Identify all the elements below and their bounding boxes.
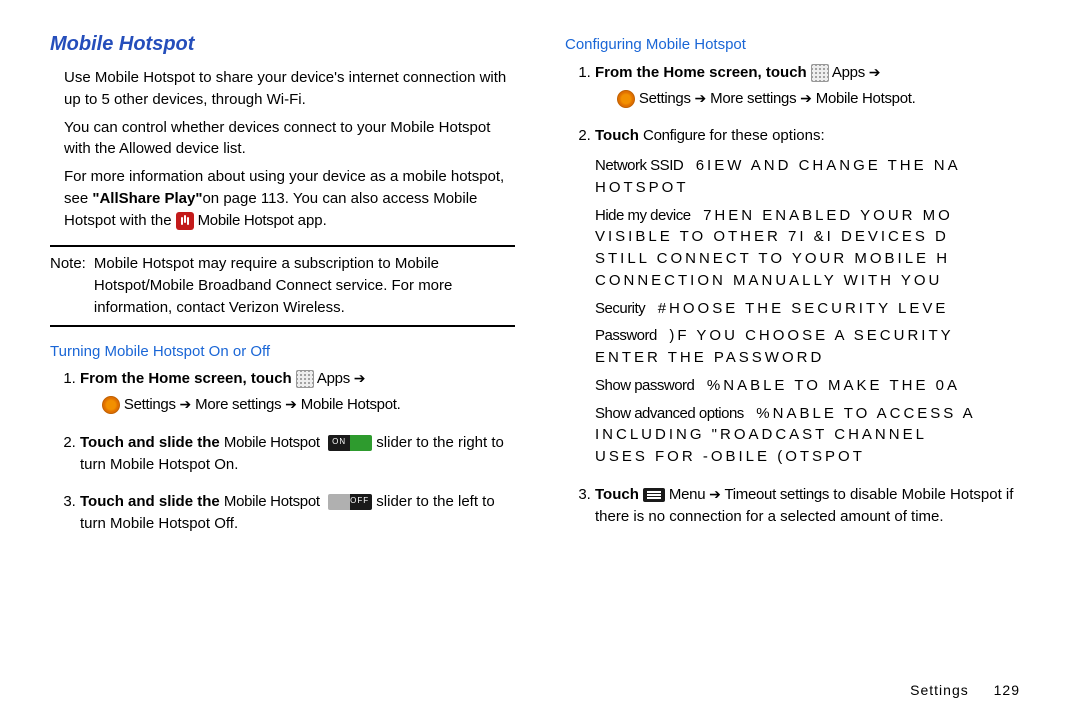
period: . bbox=[397, 396, 401, 413]
opt4b: )F YOU CHOOSE A SECURITY bbox=[669, 327, 953, 344]
step-2: Touch and slide the Mobile Hotspot slide… bbox=[80, 432, 515, 476]
r3b: Menu bbox=[665, 486, 709, 503]
opt6a: Show advanced options bbox=[595, 405, 744, 422]
section-title: Mobile Hotspot bbox=[50, 30, 515, 59]
opt-showpw: Show password %NABLE TO MAKE THE 0A bbox=[595, 375, 1030, 397]
r1-1d: More settings bbox=[706, 90, 800, 107]
opt-ssid: Network SSID 6IEW AND CHANGE THE NA HOTS… bbox=[595, 155, 1030, 199]
rstep-2: Touch Configure for these options: Netwo… bbox=[595, 125, 1030, 468]
rstep-3: Touch Menu ➔ Timeout settings to disable… bbox=[595, 484, 1030, 528]
opt2c: VISIBLE TO OTHER 7I &I DEVICES D bbox=[595, 228, 949, 245]
r1-1c: Settings bbox=[635, 90, 695, 107]
arrow-icon: ➔ bbox=[285, 396, 297, 412]
opt-hide: Hide my device 7HEN ENABLED YOUR MO VISI… bbox=[595, 205, 1030, 292]
s1-3b: Mobile Hotspot bbox=[224, 493, 320, 510]
apps-icon bbox=[811, 64, 829, 82]
opt-security: Security #HOOSE THE SECURITY LEVE bbox=[595, 298, 1030, 320]
arrow-icon: ➔ bbox=[869, 64, 881, 80]
subheading-configuring: Configuring Mobile Hotspot bbox=[565, 34, 1030, 56]
step-3: Touch and slide the Mobile Hotspot slide… bbox=[80, 491, 515, 535]
slider-off-icon bbox=[328, 494, 372, 510]
subheading-turning: Turning Mobile Hotspot On or Off bbox=[50, 341, 515, 363]
r2b: Configure bbox=[643, 127, 705, 144]
opt-password: Password )F YOU CHOOSE A SECURITY ENTER … bbox=[595, 325, 1030, 369]
r2c: for these options: bbox=[705, 127, 824, 144]
arrow-icon: ➔ bbox=[354, 370, 366, 386]
opt1c: HOTSPOT bbox=[595, 179, 689, 196]
step-1-line2: Settings ➔ More settings ➔ Mobile Hotspo… bbox=[80, 394, 515, 416]
opt6d: USES FOR -OBILE (OTSPOT bbox=[595, 448, 865, 465]
steps-turning: From the Home screen, touch Apps ➔ Setti… bbox=[50, 368, 515, 535]
intro-p3d: Mobile Hotspot bbox=[194, 212, 294, 229]
arrow-icon: ➔ bbox=[180, 396, 192, 412]
opt4a: Password bbox=[595, 327, 657, 344]
opt2e: CONNECTION MANUALLY WITH YOU bbox=[595, 272, 942, 289]
footer-pagenum: 129 bbox=[994, 682, 1020, 698]
opt1b: 6IEW AND CHANGE THE NA bbox=[696, 157, 961, 174]
step-1: From the Home screen, touch Apps ➔ Setti… bbox=[80, 368, 515, 416]
note-text: Mobile Hotspot may require a subscriptio… bbox=[94, 253, 515, 318]
opt3b: #HOOSE THE SECURITY LEVE bbox=[658, 300, 949, 317]
opt4c: ENTER THE PASSWORD bbox=[595, 349, 824, 366]
intro-block: Use Mobile Hotspot to share your device'… bbox=[50, 67, 515, 231]
settings-icon bbox=[102, 396, 120, 414]
s1-1e: Mobile Hotspot bbox=[297, 396, 397, 413]
r1-1b: Apps bbox=[829, 64, 869, 81]
page-footer: Settings 129 bbox=[910, 682, 1020, 698]
opt1a: Network SSID bbox=[595, 157, 683, 174]
options-block: Network SSID 6IEW AND CHANGE THE NA HOTS… bbox=[595, 155, 1030, 468]
intro-p1: Use Mobile Hotspot to share your device'… bbox=[64, 67, 515, 111]
opt2d: STILL CONNECT TO YOUR MOBILE H bbox=[595, 250, 950, 267]
rstep-1-line2: Settings ➔ More settings ➔ Mobile Hotspo… bbox=[595, 88, 1030, 110]
opt2a: Hide my device bbox=[595, 207, 691, 224]
opt6c: INCLUDING "ROADCAST CHANNEL bbox=[595, 426, 927, 443]
menu-icon bbox=[643, 488, 665, 502]
arrow-icon: ➔ bbox=[800, 90, 812, 106]
arrow-icon: ➔ bbox=[695, 90, 707, 106]
period: . bbox=[912, 90, 916, 107]
intro-p3e: app. bbox=[293, 212, 326, 229]
r2a: Touch bbox=[595, 127, 643, 144]
opt6b: %NABLE TO ACCESS A bbox=[756, 405, 975, 422]
note-box: Note: Mobile Hotspot may require a subsc… bbox=[50, 245, 515, 326]
apps-icon bbox=[296, 370, 314, 388]
intro-p3: For more information about using your de… bbox=[64, 166, 515, 231]
rstep-1: From the Home screen, touch Apps ➔ Setti… bbox=[595, 62, 1030, 110]
s1-1b: Apps bbox=[314, 370, 354, 387]
s1-1c: Settings bbox=[120, 396, 180, 413]
footer-name: Settings bbox=[910, 682, 969, 698]
settings-icon bbox=[617, 90, 635, 108]
note-label: Note: bbox=[50, 253, 86, 318]
page: Mobile Hotspot Use Mobile Hotspot to sha… bbox=[0, 0, 1080, 720]
r3c: Timeout settings bbox=[721, 486, 829, 503]
opt3a: Security bbox=[595, 300, 645, 317]
s1-2b: Mobile Hotspot bbox=[224, 434, 320, 451]
allshare-ref: "AllShare Play" bbox=[92, 190, 202, 207]
opt5a: Show password bbox=[595, 377, 694, 394]
intro-p2: You can control whether devices connect … bbox=[64, 117, 515, 161]
s1-1d: More settings bbox=[191, 396, 285, 413]
s1-1a: From the Home screen, touch bbox=[80, 370, 296, 387]
r1-1a: From the Home screen, touch bbox=[595, 64, 811, 81]
arrow-icon: ➔ bbox=[709, 486, 721, 502]
left-column: Mobile Hotspot Use Mobile Hotspot to sha… bbox=[50, 30, 515, 700]
steps-configuring: From the Home screen, touch Apps ➔ Setti… bbox=[565, 62, 1030, 528]
right-column: Configuring Mobile Hotspot From the Home… bbox=[565, 30, 1030, 700]
s1-3a: Touch and slide the bbox=[80, 493, 224, 510]
r3a: Touch bbox=[595, 486, 643, 503]
opt5b: %NABLE TO MAKE THE 0A bbox=[707, 377, 960, 394]
r1-1e: Mobile Hotspot bbox=[812, 90, 912, 107]
s1-2a: Touch and slide the bbox=[80, 434, 224, 451]
hotspot-app-icon bbox=[176, 212, 194, 230]
slider-on-icon bbox=[328, 435, 372, 451]
opt2b: 7HEN ENABLED YOUR MO bbox=[703, 207, 953, 224]
opt-advanced: Show advanced options %NABLE TO ACCESS A… bbox=[595, 403, 1030, 468]
